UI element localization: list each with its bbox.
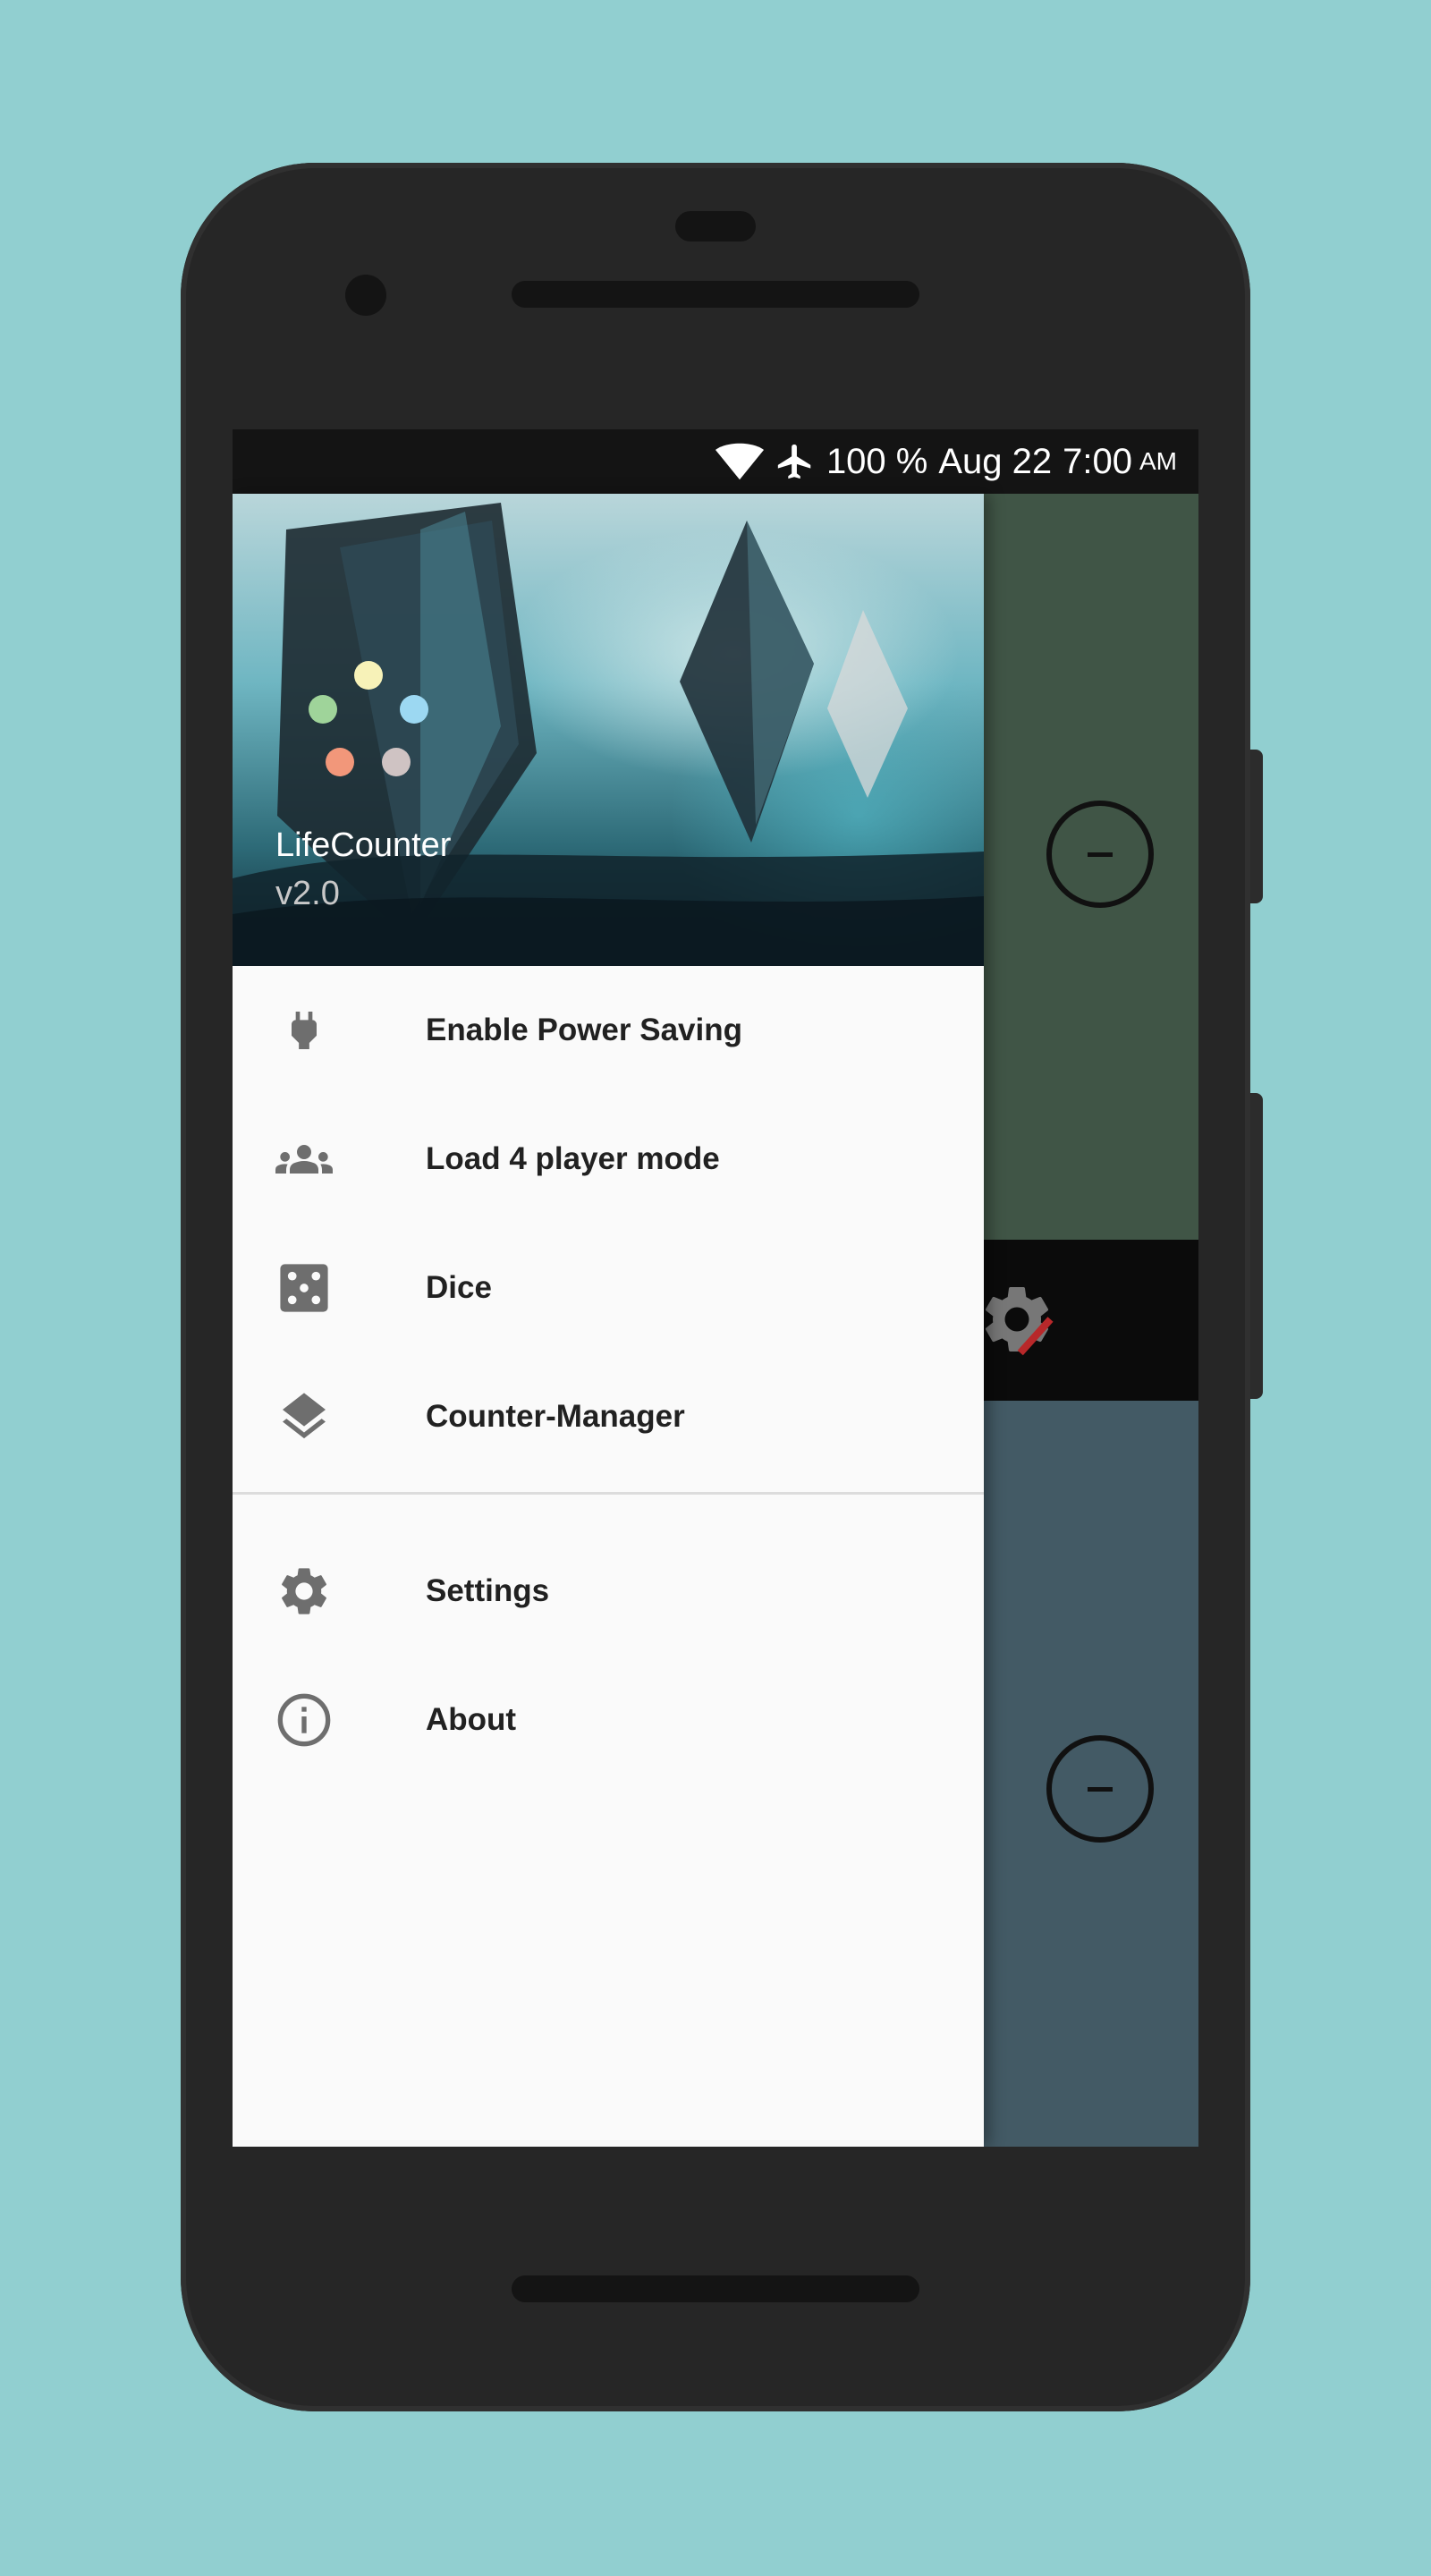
menu-item-label: Dice bbox=[426, 1270, 492, 1305]
navigation-drawer: LifeCounter v2.0 Enable Power Saving Loa… bbox=[233, 494, 984, 2147]
menu-item-label: Counter-Manager bbox=[426, 1399, 685, 1434]
power-plug-icon bbox=[275, 1002, 333, 1059]
menu-item-label: Enable Power Saving bbox=[426, 1013, 742, 1047]
status-date: Aug 22 bbox=[938, 441, 1053, 481]
bottom-speaker bbox=[512, 2275, 919, 2302]
menu-item-settings[interactable]: Settings bbox=[233, 1527, 984, 1656]
info-icon bbox=[275, 1691, 333, 1749]
layers-icon bbox=[275, 1388, 333, 1445]
menu-item-about[interactable]: About bbox=[233, 1656, 984, 1784]
volume-side-button bbox=[1250, 1093, 1263, 1399]
status-bar: 100 % Aug 22 7:00 AM bbox=[233, 429, 1198, 494]
gear-icon bbox=[275, 1563, 333, 1620]
power-side-button bbox=[1250, 750, 1263, 903]
menu-divider bbox=[233, 1492, 984, 1495]
player-one-minus-button[interactable] bbox=[1046, 801, 1154, 908]
group-icon bbox=[275, 1131, 333, 1188]
menu-item-counter-manager[interactable]: Counter-Manager bbox=[233, 1352, 984, 1481]
drawer-menu: Enable Power Saving Load 4 player mode D… bbox=[233, 966, 984, 1784]
dice-icon bbox=[275, 1259, 333, 1317]
header-artwork bbox=[233, 503, 984, 966]
drawer-header: LifeCounter v2.0 bbox=[233, 494, 984, 966]
status-ampm: AM bbox=[1139, 447, 1177, 475]
menu-item-power-saving[interactable]: Enable Power Saving bbox=[233, 966, 984, 1095]
earpiece bbox=[675, 211, 756, 242]
menu-item-label: Settings bbox=[426, 1573, 550, 1608]
menu-item-label: Load 4 player mode bbox=[426, 1141, 720, 1176]
player-two-minus-button[interactable] bbox=[1046, 1735, 1154, 1843]
app-version: v2.0 bbox=[275, 875, 340, 912]
menu-item-label: About bbox=[426, 1702, 517, 1737]
menu-item-dice[interactable]: Dice bbox=[233, 1224, 984, 1352]
front-camera bbox=[345, 275, 386, 316]
app-name: LifeCounter bbox=[275, 826, 452, 864]
toolbar-gear-icon[interactable] bbox=[977, 1279, 1057, 1364]
airplane-mode-icon bbox=[775, 441, 816, 482]
status-time: 7:00 bbox=[1063, 441, 1132, 481]
screen: 100 % Aug 22 7:00 AM LifeCounter v2.0 En… bbox=[233, 429, 1198, 2147]
battery-percent: 100 % bbox=[826, 441, 928, 481]
top-speaker bbox=[512, 281, 919, 308]
menu-item-four-player-mode[interactable]: Load 4 player mode bbox=[233, 1095, 984, 1224]
wifi-icon bbox=[715, 443, 764, 480]
